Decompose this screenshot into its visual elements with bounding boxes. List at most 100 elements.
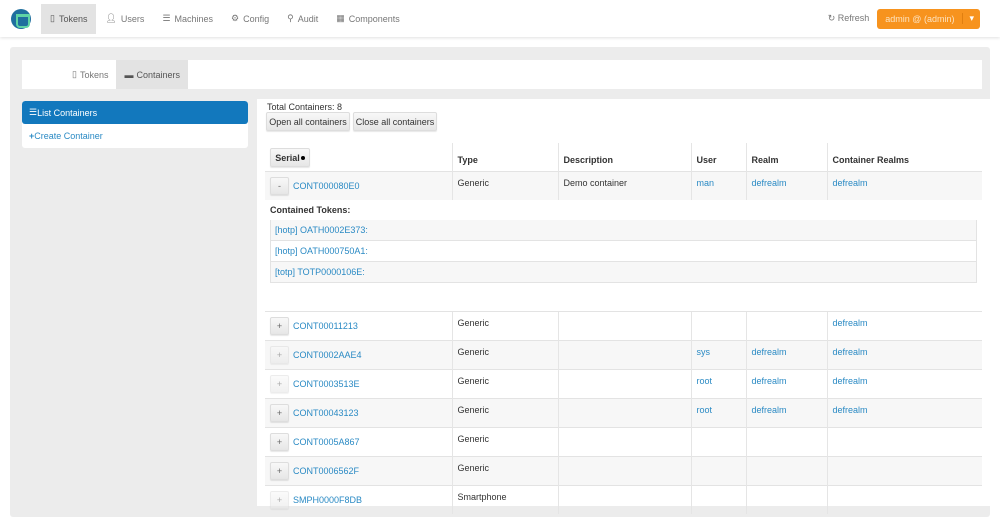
cell-user: man (690, 170, 746, 200)
cell-container-realms: defrealm (826, 170, 982, 200)
nav-tokens[interactable]: ▯ Tokens (41, 3, 97, 34)
cell-type: Generic (451, 368, 558, 398)
serial-link[interactable]: CONT000080E0 (293, 181, 360, 191)
open-all-containers-button[interactable]: Open all containers (266, 112, 350, 131)
table-row: + CONT0002AAE4 Generic sys defrealm defrealm (265, 339, 982, 369)
list-icon: ☰ (162, 13, 171, 23)
type-value: Smartphone (457, 491, 507, 502)
serial-link[interactable]: CONT0005A867 (293, 437, 360, 447)
serial-link[interactable]: CONT0002AAE4 (293, 350, 362, 360)
collapse-button[interactable]: - (270, 176, 289, 195)
expand-button[interactable]: + (270, 403, 289, 422)
cell-description (557, 455, 691, 485)
nav-audit[interactable]: ⚲ Audit (278, 4, 327, 34)
cell-type: Smartphone (451, 484, 558, 514)
contained-token-item: [totp] TOTP0000106E: (270, 262, 977, 283)
gear-icon: ⚙ (231, 13, 240, 23)
cell-user (690, 455, 746, 485)
cell-description (557, 397, 691, 427)
cell-container-realms: defrealm (826, 310, 982, 340)
serial-link[interactable]: SMPH0000F8DB (293, 495, 362, 505)
user-value[interactable]: root (697, 405, 713, 415)
cell-user: root (690, 368, 746, 398)
container-realms-value[interactable]: defrealm (833, 347, 868, 357)
containers-table: Serial Type Description User Realm Conta… (265, 143, 982, 514)
cell-container-realms: defrealm (826, 368, 982, 398)
cell-description (557, 426, 691, 456)
sidebar: ☰ List Containers + Create Container (22, 101, 248, 148)
container-realms-value[interactable]: defrealm (833, 178, 868, 188)
realm-value[interactable]: defrealm (752, 178, 787, 188)
expand-button[interactable]: + (270, 432, 289, 451)
type-value: Generic (457, 404, 490, 415)
serial-link[interactable]: CONT0003513E (293, 379, 360, 389)
token-link[interactable]: [hotp] OATH000750A1: (275, 246, 368, 256)
realm-value[interactable]: defrealm (752, 405, 787, 415)
token-link[interactable]: [totp] TOTP0000106E: (275, 267, 365, 277)
user-value[interactable]: man (697, 178, 715, 188)
cell-description (557, 484, 691, 514)
cell-type: Generic (451, 170, 558, 200)
type-value: Generic (457, 462, 490, 473)
table-row: + CONT0005A867 Generic (265, 426, 982, 456)
table-row: - CONT000080E0 Generic Demo container man def… (265, 170, 982, 200)
contained-tokens-row: Contained Tokens: [hotp] OATH0002E373: [ho… (265, 200, 982, 297)
serial-link[interactable]: CONT00043123 (293, 408, 359, 418)
serial-link[interactable]: CONT0006562F (293, 466, 359, 476)
type-value: Generic (457, 375, 490, 386)
table-row: + CONT0003513E Generic root defrealm defrealm (265, 368, 982, 398)
expand-button[interactable]: + (270, 316, 289, 335)
cell-container-realms: defrealm (826, 397, 982, 427)
expand-button[interactable]: + (270, 374, 289, 393)
cell-realm (745, 484, 827, 514)
expand-button[interactable]: + (270, 461, 289, 480)
top-navbar: ▯ Tokens 👤︎ Users ☰ Machines ⚙ Config ⚲ Audit… (0, 0, 1000, 37)
sort-serial-button[interactable]: Serial (270, 148, 310, 168)
sort-icon (300, 155, 305, 160)
refresh-button[interactable]: ↻ Refresh (828, 13, 870, 24)
cell-type: Generic (451, 426, 558, 456)
close-all-containers-button[interactable]: Close all containers (353, 112, 437, 131)
realm-value[interactable]: defrealm (752, 376, 787, 386)
header-user: User (690, 143, 746, 171)
subnav-containers[interactable]: ▬ Containers (116, 60, 189, 89)
expand-button[interactable]: + (270, 490, 289, 509)
container-realms-value[interactable]: defrealm (833, 318, 868, 328)
header-container-realms: Container Realms (826, 143, 982, 171)
cell-container-realms (826, 426, 982, 456)
subnav-tokens[interactable]: ▯ Tokens (64, 60, 116, 89)
cell-description (557, 310, 691, 340)
sidebar-item-list-containers[interactable]: ☰ List Containers (22, 101, 248, 124)
cell-realm: defrealm (745, 397, 827, 427)
phone-icon: ▯ (50, 13, 55, 23)
table-row: + CONT00011213 Generic defrealm (265, 310, 982, 340)
cell-user (690, 484, 746, 514)
table-row: + SMPH0000F8DB Smartphone (265, 484, 982, 514)
nav-config[interactable]: ⚙ Config (222, 4, 278, 34)
chevron-down-icon[interactable]: ▾ (962, 13, 980, 24)
cell-description (557, 368, 691, 398)
container-realms-value[interactable]: defrealm (833, 376, 868, 386)
cell-realm: defrealm (745, 170, 827, 200)
app-logo[interactable] (11, 8, 31, 29)
container-realms-value[interactable]: defrealm (833, 405, 868, 415)
search-icon: ⚲ (287, 13, 294, 23)
header-realm: Realm (745, 143, 827, 171)
sidebar-item-create-container[interactable]: + Create Container (22, 124, 248, 148)
nav-machines[interactable]: ☰ Machines (153, 4, 222, 34)
nav-users[interactable]: 👤︎ Users (96, 4, 153, 34)
user-menu-button[interactable]: admin @ (admin) ▾ (877, 8, 980, 29)
user-value[interactable]: root (697, 376, 713, 386)
type-value: Generic (457, 177, 490, 188)
realm-value[interactable]: defrealm (752, 347, 787, 357)
cell-type: Generic (451, 397, 558, 427)
table-row: + CONT00043123 Generic root defrealm defrealm (265, 397, 982, 427)
cell-realm: defrealm (745, 339, 827, 369)
serial-link[interactable]: CONT00011213 (293, 321, 358, 331)
token-link[interactable]: [hotp] OATH0002E373: (275, 225, 368, 235)
user-value[interactable]: sys (697, 347, 711, 357)
folder-icon: ▬ (124, 69, 134, 80)
nav-components[interactable]: ▦ Components (327, 4, 409, 34)
expand-button[interactable]: + (270, 345, 289, 364)
cell-container-realms: defrealm (826, 339, 982, 369)
